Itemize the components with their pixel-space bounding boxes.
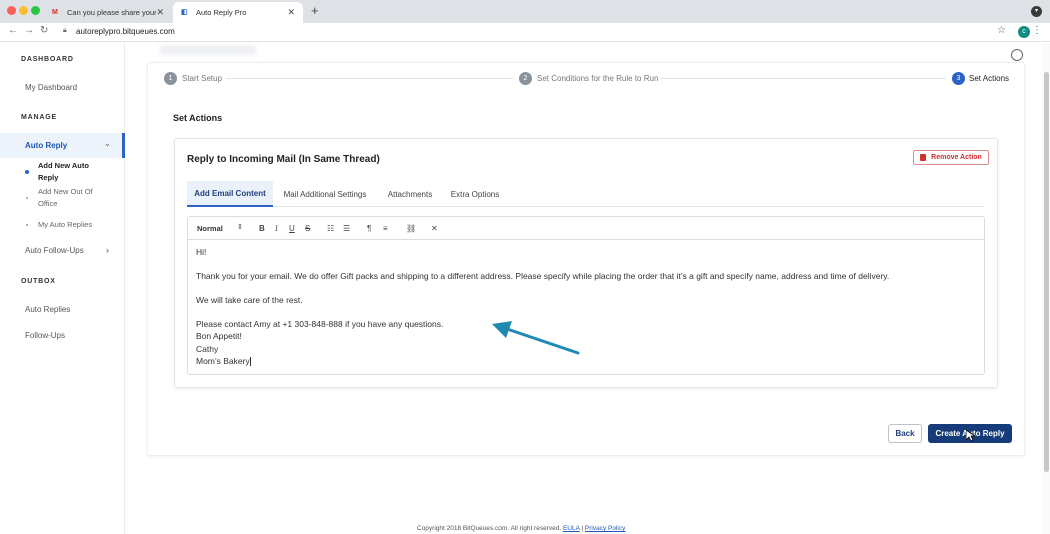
tab-close-icon[interactable]: ✕: [287, 7, 295, 18]
footer-copyright: Copyright 2018 BitQueues.com. All right …: [417, 525, 562, 532]
format-select-arrows-icon[interactable]: ⇕: [237, 223, 243, 231]
sidebar-item-follow-ups[interactable]: Follow-Ups: [25, 331, 65, 340]
step-connector: [226, 78, 514, 79]
editor-line[interactable]: Bon Appetit!: [196, 331, 242, 341]
annotation-arrow-icon: [492, 321, 580, 355]
address-bar: ← → ↻ 🔒︎ autoreplypro.bitqueues.com ☆ c …: [0, 23, 1050, 42]
gmail-icon: M: [52, 8, 58, 16]
sidebar-subitem-add-new-auto-reply[interactable]: Add New Auto Reply: [38, 160, 108, 183]
step-2-number[interactable]: 2: [519, 72, 532, 85]
action-title: Reply to Incoming Mail (In Same Thread): [187, 154, 380, 165]
scrollbar-thumb[interactable]: [1044, 72, 1049, 472]
maximize-window-icon[interactable]: [31, 6, 40, 15]
step-3-label[interactable]: Set Actions: [969, 74, 1009, 83]
minimize-window-icon[interactable]: [19, 6, 28, 15]
editor-line[interactable]: Thank you for your email. We do offer Gi…: [196, 271, 889, 281]
step-1-label[interactable]: Start Setup: [182, 74, 222, 83]
editor-line[interactable]: Cathy: [196, 344, 218, 354]
browser-tab-auto-reply-pro[interactable]: ◧ Auto Reply Pro ✕: [173, 2, 303, 23]
link-icon[interactable]: ⛓︎: [406, 224, 416, 233]
eula-link[interactable]: EULA: [563, 525, 580, 532]
back-arrow-icon[interactable]: ←: [8, 25, 18, 36]
url-field[interactable]: autoreplypro.bitqueues.com: [76, 27, 175, 36]
text-caret: [249, 357, 251, 367]
footer-separator: |: [581, 525, 584, 532]
bullet-list-icon[interactable]: ☰: [343, 224, 350, 233]
back-button[interactable]: Back: [888, 424, 922, 443]
bold-icon[interactable]: B: [259, 224, 265, 233]
format-select[interactable]: Normal: [197, 224, 223, 233]
more-menu-icon[interactable]: ⋮: [1032, 25, 1042, 36]
forward-arrow-icon[interactable]: →: [24, 25, 34, 36]
chevron-right-icon: ›: [106, 245, 109, 255]
step-3-number[interactable]: 3: [952, 72, 965, 85]
editor-last-line[interactable]: Mom’s Bakery: [196, 356, 251, 367]
page-header-placeholder: [160, 45, 256, 55]
tab-extra-options[interactable]: Extra Options: [444, 181, 506, 207]
browser-menu-icon[interactable]: ▾: [1031, 6, 1042, 17]
user-account-icon[interactable]: [1011, 49, 1023, 61]
sidebar-item-auto-replies[interactable]: Auto Replies: [25, 305, 70, 314]
remove-action-button[interactable]: Remove Action: [913, 150, 989, 165]
privacy-policy-link[interactable]: Privacy Policy: [585, 525, 625, 532]
editor-line[interactable]: We will take care of the rest.: [196, 295, 303, 305]
tab-mail-additional-settings[interactable]: Mail Additional Settings: [276, 181, 374, 207]
bullet-icon: [26, 224, 28, 226]
editor-line: Mom’s Bakery: [196, 356, 250, 366]
reload-icon[interactable]: ↻: [40, 25, 48, 36]
tab-title: Auto Reply Pro: [196, 8, 247, 17]
sidebar-item-auto-follow-ups[interactable]: Auto Follow-Ups: [25, 246, 84, 255]
trash-icon: [920, 154, 927, 161]
tab-attachments[interactable]: Attachments: [380, 181, 440, 207]
sidebar-subitem-my-auto-replies[interactable]: My Auto Replies: [38, 219, 108, 231]
lock-icon: 🔒︎: [63, 27, 67, 34]
section-title: Set Actions: [173, 113, 223, 123]
italic-icon[interactable]: I: [275, 224, 278, 233]
chevron-down-icon: ⌄: [104, 139, 111, 148]
tab-add-email-content[interactable]: Add Email Content: [187, 181, 273, 207]
profile-avatar[interactable]: c: [1018, 26, 1030, 38]
editor-line[interactable]: Hi!: [196, 247, 206, 257]
tab-close-icon[interactable]: ✕: [156, 7, 164, 18]
remove-action-label: Remove Action: [931, 154, 982, 161]
sidebar-section-outbox: OUTBOX: [21, 278, 56, 285]
tab-title: Can you please share your me: [67, 8, 157, 17]
close-window-icon[interactable]: [7, 6, 16, 15]
sidebar-item-auto-reply[interactable]: Auto Reply ⌄: [0, 133, 125, 158]
step-2-label[interactable]: Set Conditions for the Rule to Run: [537, 74, 658, 83]
mouse-cursor-icon: [966, 430, 975, 442]
browser-tab-gmail[interactable]: M Can you please share your me ✕: [44, 2, 172, 23]
sidebar: DASHBOARD My Dashboard MANAGE Auto Reply…: [0, 43, 125, 534]
text-direction-icon[interactable]: ¶: [367, 224, 371, 233]
sidebar-section-dashboard: DASHBOARD: [21, 56, 74, 63]
strikethrough-icon[interactable]: S: [305, 224, 310, 233]
sidebar-section-manage: MANAGE: [21, 114, 57, 121]
step-1-number[interactable]: 1: [164, 72, 177, 85]
align-icon[interactable]: ≡: [383, 224, 388, 233]
bullet-icon: [26, 197, 28, 199]
bookmark-star-icon[interactable]: ☆: [997, 25, 1006, 36]
footer: Copyright 2018 BitQueues.com. All right …: [417, 525, 625, 532]
editor-line[interactable]: Please contact Amy at +1 303-848-888 if …: [196, 319, 443, 329]
clear-formatting-icon[interactable]: ✕: [431, 224, 438, 233]
bitqueues-icon: ◧: [181, 8, 188, 16]
sidebar-item-my-dashboard[interactable]: My Dashboard: [25, 83, 77, 92]
sidebar-subitem-add-new-out-of-office[interactable]: Add New Out Of Office: [38, 186, 108, 209]
ordered-list-icon[interactable]: ☷: [327, 224, 334, 233]
step-connector: [660, 78, 946, 79]
sidebar-item-label: Auto Reply: [25, 141, 68, 150]
underline-icon[interactable]: U: [289, 224, 295, 233]
active-bullet-icon: [25, 170, 29, 174]
new-tab-icon[interactable]: +: [311, 3, 319, 18]
browser-tab-bar: M Can you please share your me ✕ ◧ Auto …: [0, 0, 1050, 23]
